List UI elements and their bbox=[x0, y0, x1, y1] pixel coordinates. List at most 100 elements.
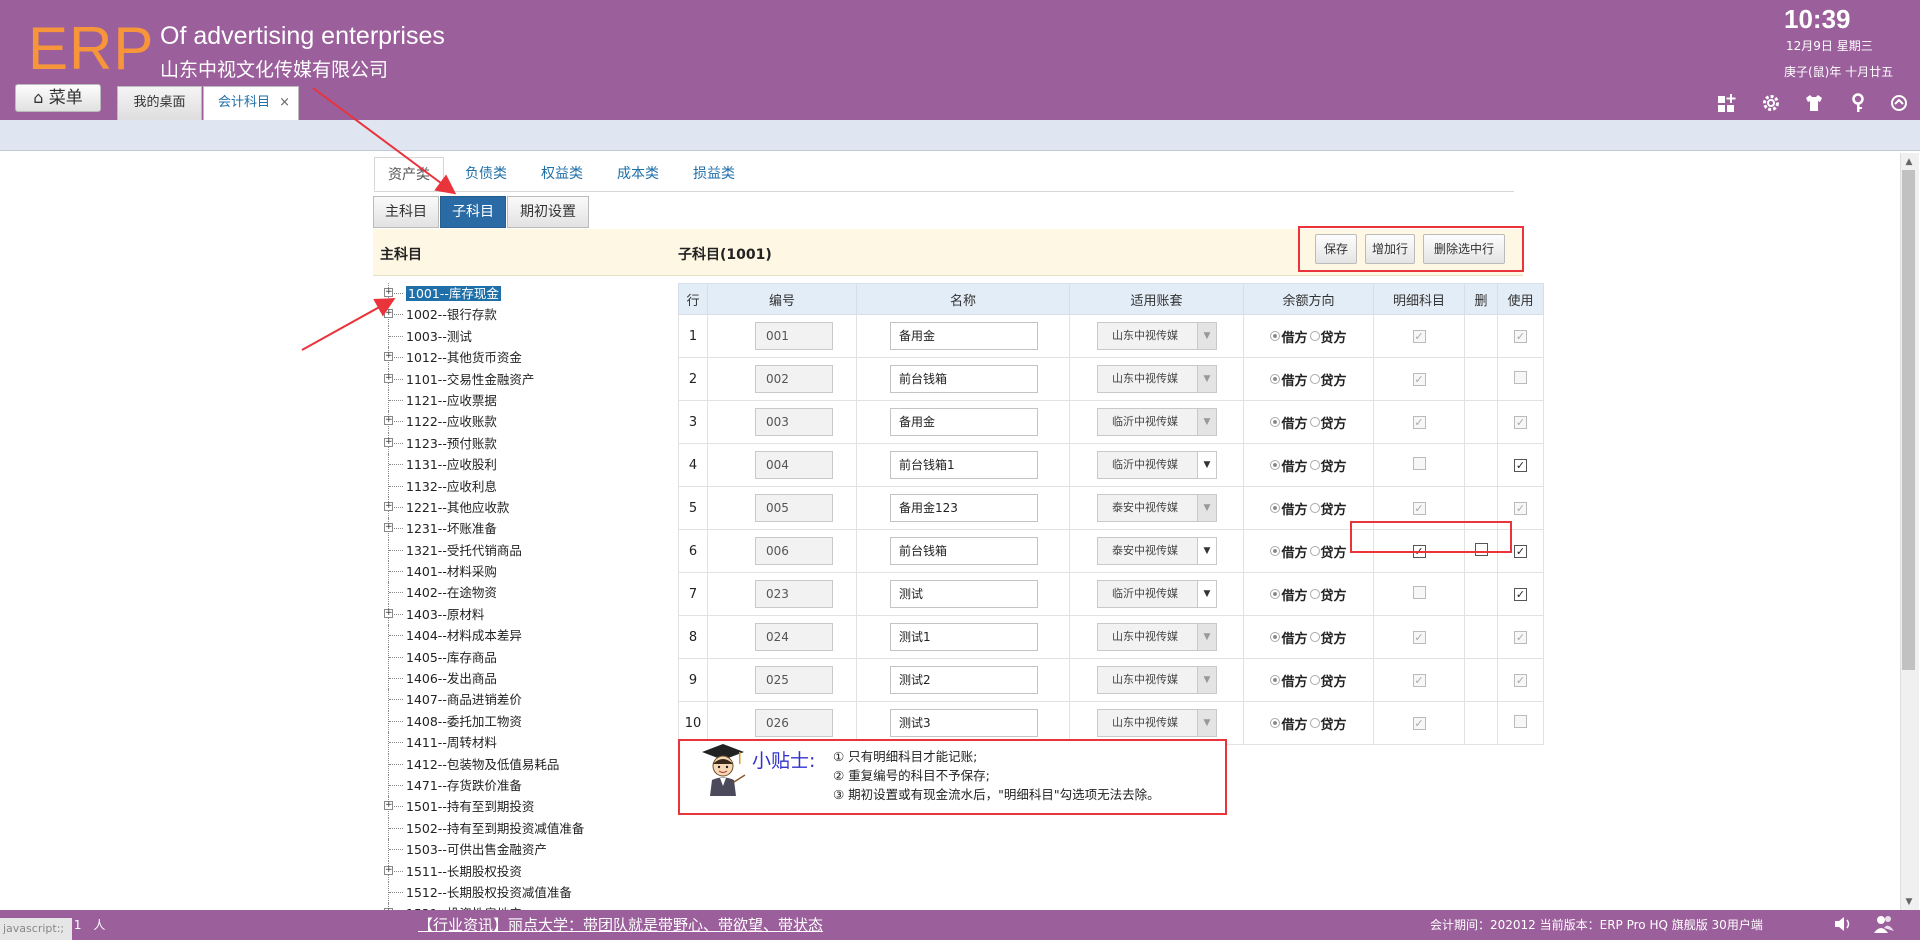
expand-icon[interactable]: + bbox=[384, 373, 393, 383]
expand-icon[interactable]: + bbox=[384, 309, 393, 319]
account-book-select[interactable]: 临沂中视传媒 ▼ bbox=[1097, 580, 1217, 608]
code-input[interactable]: 002 bbox=[755, 365, 833, 393]
name-input[interactable]: 测试2 bbox=[890, 666, 1038, 694]
account-book-select[interactable]: 泰安中视传媒 ▼ bbox=[1097, 537, 1217, 565]
checkbox[interactable]: ✓ bbox=[1514, 544, 1527, 558]
credit-radio[interactable] bbox=[1309, 331, 1320, 341]
debit-radio[interactable] bbox=[1270, 460, 1281, 470]
name-input[interactable]: 测试 bbox=[890, 580, 1038, 608]
tree-node[interactable]: +1403--原材料 bbox=[382, 603, 682, 626]
expand-icon[interactable]: + bbox=[384, 416, 393, 426]
tree-node[interactable]: 1412--包装物及低值易耗品 bbox=[382, 753, 682, 775]
tree-node[interactable]: 1471--存货跌价准备 bbox=[382, 774, 682, 797]
debit-radio[interactable] bbox=[1270, 546, 1281, 556]
tree-node[interactable]: +1521--投资性房地产 bbox=[382, 903, 682, 910]
expand-icon[interactable]: + bbox=[384, 437, 393, 447]
tree-node[interactable]: 1512--长期股权投资减值准备 bbox=[382, 881, 682, 904]
tab-child-subject[interactable]: 子科目 bbox=[440, 196, 506, 228]
tab-liabilities[interactable]: 负债类 bbox=[456, 157, 516, 191]
code-input[interactable]: 006 bbox=[755, 537, 833, 565]
tree-node[interactable]: 1401--材料采购 bbox=[382, 561, 682, 583]
name-input[interactable]: 前台钱箱 bbox=[890, 365, 1038, 393]
tree-node[interactable]: +1001--库存现金 bbox=[382, 283, 682, 305]
code-input[interactable]: 026 bbox=[755, 709, 833, 737]
account-book-select[interactable]: 山东中视传媒 ▼ bbox=[1097, 322, 1217, 350]
tree-node[interactable]: 1503--可供出售金融资产 bbox=[382, 839, 682, 861]
credit-radio[interactable] bbox=[1309, 675, 1320, 685]
credit-radio[interactable] bbox=[1309, 417, 1320, 427]
grid-plus-icon[interactable] bbox=[1716, 93, 1738, 115]
name-input[interactable]: 测试1 bbox=[890, 623, 1038, 651]
tree-node[interactable]: 1404--材料成本差异 bbox=[382, 625, 682, 647]
debit-radio[interactable] bbox=[1270, 632, 1281, 642]
account-book-select[interactable]: 临沂中视传媒 ▼ bbox=[1097, 408, 1217, 436]
account-book-select[interactable]: 山东中视传媒 ▼ bbox=[1097, 365, 1217, 393]
code-input[interactable]: 023 bbox=[755, 580, 833, 608]
tree-node[interactable]: 1411--周转材料 bbox=[382, 732, 682, 754]
tree-node[interactable]: 1406--发出商品 bbox=[382, 668, 682, 690]
name-input[interactable]: 前台钱箱1 bbox=[890, 451, 1038, 479]
account-book-select[interactable]: 泰安中视传媒 ▼ bbox=[1097, 494, 1217, 522]
scroll-down-icon[interactable]: ▼ bbox=[1900, 895, 1918, 909]
tree-node[interactable]: 1502--持有至到期投资减值准备 bbox=[382, 817, 682, 840]
expand-icon[interactable]: + bbox=[384, 288, 393, 297]
gear-icon[interactable] bbox=[1760, 93, 1782, 115]
expand-icon[interactable]: + bbox=[384, 608, 393, 618]
expand-icon[interactable]: + bbox=[384, 801, 393, 811]
tree-node[interactable]: +1231--坏账准备 bbox=[382, 518, 682, 540]
tree-node[interactable]: +1221--其他应收款 bbox=[382, 496, 682, 519]
speaker-icon[interactable] bbox=[1833, 914, 1853, 938]
tab-opening-setup[interactable]: 期初设置 bbox=[507, 196, 589, 228]
account-book-select[interactable]: 山东中视传媒 ▼ bbox=[1097, 666, 1217, 694]
account-book-select[interactable]: 山东中视传媒 ▼ bbox=[1097, 709, 1217, 737]
key-icon[interactable] bbox=[1847, 93, 1869, 115]
credit-radio[interactable] bbox=[1309, 503, 1320, 513]
scroll-up-icon[interactable]: ▲ bbox=[1900, 155, 1918, 169]
credit-radio[interactable] bbox=[1309, 374, 1320, 384]
tab-accounting-subjects[interactable]: 会计科目 × bbox=[203, 86, 299, 120]
credit-radio[interactable] bbox=[1309, 546, 1320, 556]
credit-radio[interactable] bbox=[1309, 589, 1320, 599]
code-input[interactable]: 004 bbox=[755, 451, 833, 479]
code-input[interactable]: 005 bbox=[755, 494, 833, 522]
debit-radio[interactable] bbox=[1270, 718, 1281, 728]
account-book-select[interactable]: 临沂中视传媒 ▼ bbox=[1097, 451, 1217, 479]
tree-node[interactable]: +1123--预付账款 bbox=[382, 432, 682, 455]
tree-node[interactable]: 1131--应收股利 bbox=[382, 454, 682, 476]
close-icon[interactable]: × bbox=[279, 87, 290, 119]
debit-radio[interactable] bbox=[1270, 675, 1281, 685]
users-icon[interactable] bbox=[1873, 914, 1895, 938]
tab-equity[interactable]: 权益类 bbox=[532, 157, 592, 191]
credit-radio[interactable] bbox=[1309, 632, 1320, 642]
tree-node[interactable]: +1122--应收账款 bbox=[382, 411, 682, 433]
tree-node[interactable]: 1407--商品进销差价 bbox=[382, 689, 682, 711]
tree-node[interactable]: +1501--持有至到期投资 bbox=[382, 796, 682, 818]
shirt-icon[interactable] bbox=[1803, 93, 1825, 115]
credit-radio[interactable] bbox=[1309, 718, 1320, 728]
scrollbar-thumb[interactable] bbox=[1902, 170, 1915, 670]
news-link[interactable]: 【行业资讯】丽点大学：带团队就是带野心、带欲望、带状态 bbox=[418, 910, 823, 940]
name-input[interactable]: 备用金 bbox=[890, 322, 1038, 350]
code-input[interactable]: 025 bbox=[755, 666, 833, 694]
code-input[interactable]: 003 bbox=[755, 408, 833, 436]
debit-radio[interactable] bbox=[1270, 374, 1281, 384]
expand-icon[interactable]: + bbox=[384, 865, 393, 875]
logout-icon[interactable] bbox=[1888, 93, 1910, 115]
checkbox[interactable]: ✓ bbox=[1514, 587, 1527, 601]
tree-node[interactable]: 1402--在途物资 bbox=[382, 582, 682, 604]
debit-radio[interactable] bbox=[1270, 417, 1281, 427]
tree-node[interactable]: 1408--委托加工物资 bbox=[382, 710, 682, 733]
tab-my-desktop[interactable]: 我的桌面 bbox=[117, 86, 202, 120]
tree-node[interactable]: +1101--交易性金融资产 bbox=[382, 368, 682, 390]
code-input[interactable]: 001 bbox=[755, 322, 833, 350]
tab-cost[interactable]: 成本类 bbox=[608, 157, 668, 191]
tree-node[interactable]: 1321--受托代销商品 bbox=[382, 539, 682, 562]
account-book-select[interactable]: 山东中视传媒 ▼ bbox=[1097, 623, 1217, 651]
name-input[interactable]: 前台钱箱 bbox=[890, 537, 1038, 565]
tab-assets[interactable]: 资产类 bbox=[374, 157, 444, 191]
expand-icon[interactable]: + bbox=[384, 523, 393, 533]
tree-node[interactable]: +1012--其他货币资金 bbox=[382, 347, 682, 369]
tab-main-subject[interactable]: 主科目 bbox=[373, 196, 439, 228]
debit-radio[interactable] bbox=[1270, 589, 1281, 599]
tree-node[interactable]: +1511--长期股权投资 bbox=[382, 860, 682, 882]
